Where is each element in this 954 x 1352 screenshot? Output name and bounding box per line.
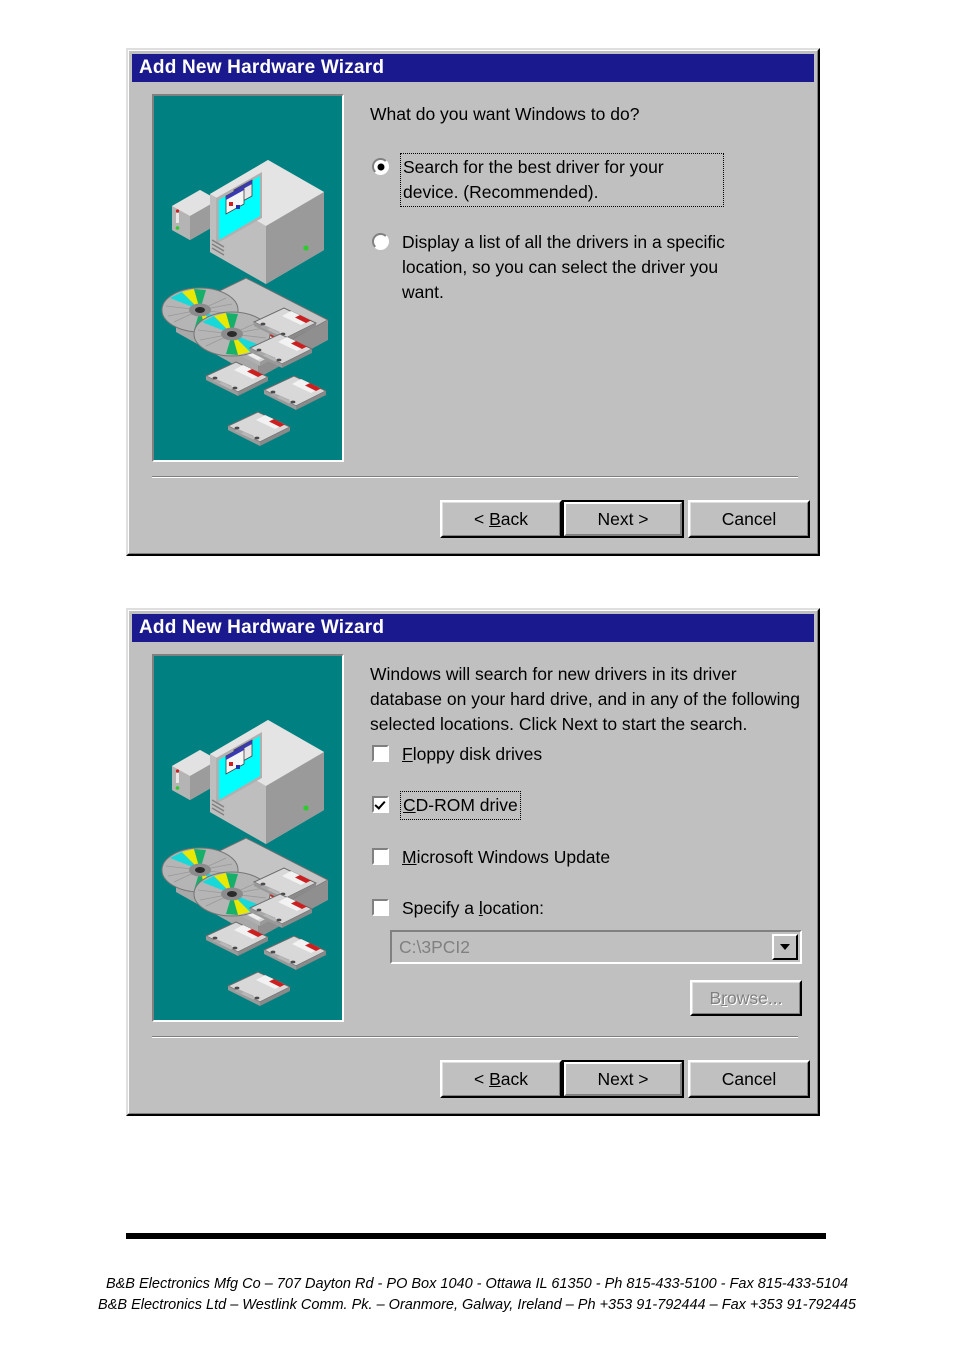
dialog-2-prompt: Windows will search for new drivers in i… bbox=[370, 664, 801, 734]
add-new-hardware-wizard-dialog-2: Add New Hardware Wizard Windows will sea… bbox=[126, 608, 820, 1116]
dialog-2-back-button[interactable]: < Back bbox=[440, 1060, 562, 1098]
dialog-1-titlebar: Add New Hardware Wizard bbox=[132, 54, 814, 82]
location-combobox-value: C:\3PCI2 bbox=[399, 936, 470, 957]
checkbox-microsoft-windows-update-label: Microsoft Windows Update bbox=[402, 847, 611, 867]
radio-search-best-driver-icon[interactable] bbox=[372, 158, 389, 175]
dialog-1-artwork-panel bbox=[152, 94, 344, 462]
add-new-hardware-wizard-dialog-1: Add New Hardware Wizard What do you want… bbox=[126, 48, 820, 556]
page-footer: B&B Electronics Mfg Co – 707 Dayton Rd -… bbox=[0, 1274, 954, 1316]
dialog-2-titlebar: Add New Hardware Wizard bbox=[132, 614, 814, 642]
dialog-1-cancel-button[interactable]: Cancel bbox=[688, 500, 810, 538]
dialog-2-next-button-label: Next > bbox=[597, 1068, 649, 1089]
browse-button-label: Browse... bbox=[709, 987, 783, 1008]
checkbox-cd-rom-drive-icon[interactable] bbox=[372, 796, 389, 813]
page-footer-line-2: B&B Electronics Ltd – Westlink Comm. Pk.… bbox=[98, 1297, 856, 1313]
checkbox-floppy-disk-drives-label: Floppy disk drives bbox=[402, 744, 543, 764]
dialog-1-back-button-label: < Back bbox=[473, 508, 528, 529]
radio-display-driver-list-icon[interactable] bbox=[372, 233, 389, 250]
page-footer-line-1: B&B Electronics Mfg Co – 707 Dayton Rd -… bbox=[105, 1276, 849, 1292]
dialog-1-separator bbox=[152, 476, 798, 478]
hardware-wizard-illustration bbox=[154, 96, 342, 460]
dialog-1-back-button[interactable]: < Back bbox=[440, 500, 562, 538]
checkbox-specify-a-location-label-rest: ocation: bbox=[482, 898, 545, 918]
dialog-1-next-button[interactable]: Next > bbox=[562, 500, 684, 538]
radio-option-search-best-driver[interactable]: Search for the best driver for your devi… bbox=[372, 153, 724, 207]
checkbox-specify-a-location-label: Specify a location: bbox=[402, 898, 545, 918]
dialog-2-back-button-label: < Back bbox=[473, 1068, 528, 1089]
checkbox-cd-rom-drive-label-rest: D-ROM drive bbox=[415, 795, 518, 815]
checkbox-row-specify-a-location[interactable]: Specify a location: bbox=[372, 896, 544, 921]
checkbox-row-floppy-disk-drives[interactable]: Floppy disk drives bbox=[372, 742, 542, 767]
radio-option-search-best-driver-label: Search for the best driver for your devi… bbox=[400, 153, 724, 207]
checkbox-floppy-disk-drives-label-rest: loppy disk drives bbox=[412, 744, 543, 764]
checkbox-row-cd-rom-drive[interactable]: CD-ROM drive bbox=[372, 791, 521, 820]
checkbox-specify-a-location-label-pre: Specify a bbox=[402, 898, 479, 918]
dialog-1-next-button-label: Next > bbox=[597, 508, 649, 529]
dialog-1-prompt: What do you want Windows to do? bbox=[370, 104, 640, 124]
radio-option-display-driver-list[interactable]: Display a list of all the drivers in a s… bbox=[372, 230, 752, 305]
checkbox-row-microsoft-windows-update[interactable]: Microsoft Windows Update bbox=[372, 845, 610, 870]
dialog-2-separator bbox=[152, 1036, 798, 1038]
checkbox-microsoft-windows-update-icon[interactable] bbox=[372, 848, 389, 865]
checkbox-microsoft-windows-update-label-rest: icrosoft Windows Update bbox=[416, 847, 611, 867]
chevron-down-icon[interactable] bbox=[772, 934, 798, 960]
radio-option-display-driver-list-label: Display a list of all the drivers in a s… bbox=[402, 232, 725, 302]
dialog-1-title: Add New Hardware Wizard bbox=[139, 57, 385, 78]
dialog-2-cancel-button[interactable]: Cancel bbox=[688, 1060, 810, 1098]
page-footer-rule bbox=[126, 1233, 826, 1239]
checkbox-specify-a-location-icon[interactable] bbox=[372, 899, 389, 916]
dialog-1-cancel-button-label: Cancel bbox=[721, 508, 777, 529]
checkbox-cd-rom-drive-label: CD-ROM drive bbox=[400, 791, 521, 820]
dialog-2-title: Add New Hardware Wizard bbox=[139, 617, 385, 638]
location-combobox[interactable]: C:\3PCI2 bbox=[390, 930, 802, 964]
dialog-2-artwork-panel bbox=[152, 654, 344, 1022]
dialog-2-next-button[interactable]: Next > bbox=[562, 1060, 684, 1098]
hardware-wizard-illustration bbox=[154, 656, 342, 1020]
checkbox-floppy-disk-drives-icon[interactable] bbox=[372, 745, 389, 762]
dialog-2-cancel-button-label: Cancel bbox=[721, 1068, 777, 1089]
browse-button[interactable]: Browse... bbox=[690, 980, 802, 1016]
